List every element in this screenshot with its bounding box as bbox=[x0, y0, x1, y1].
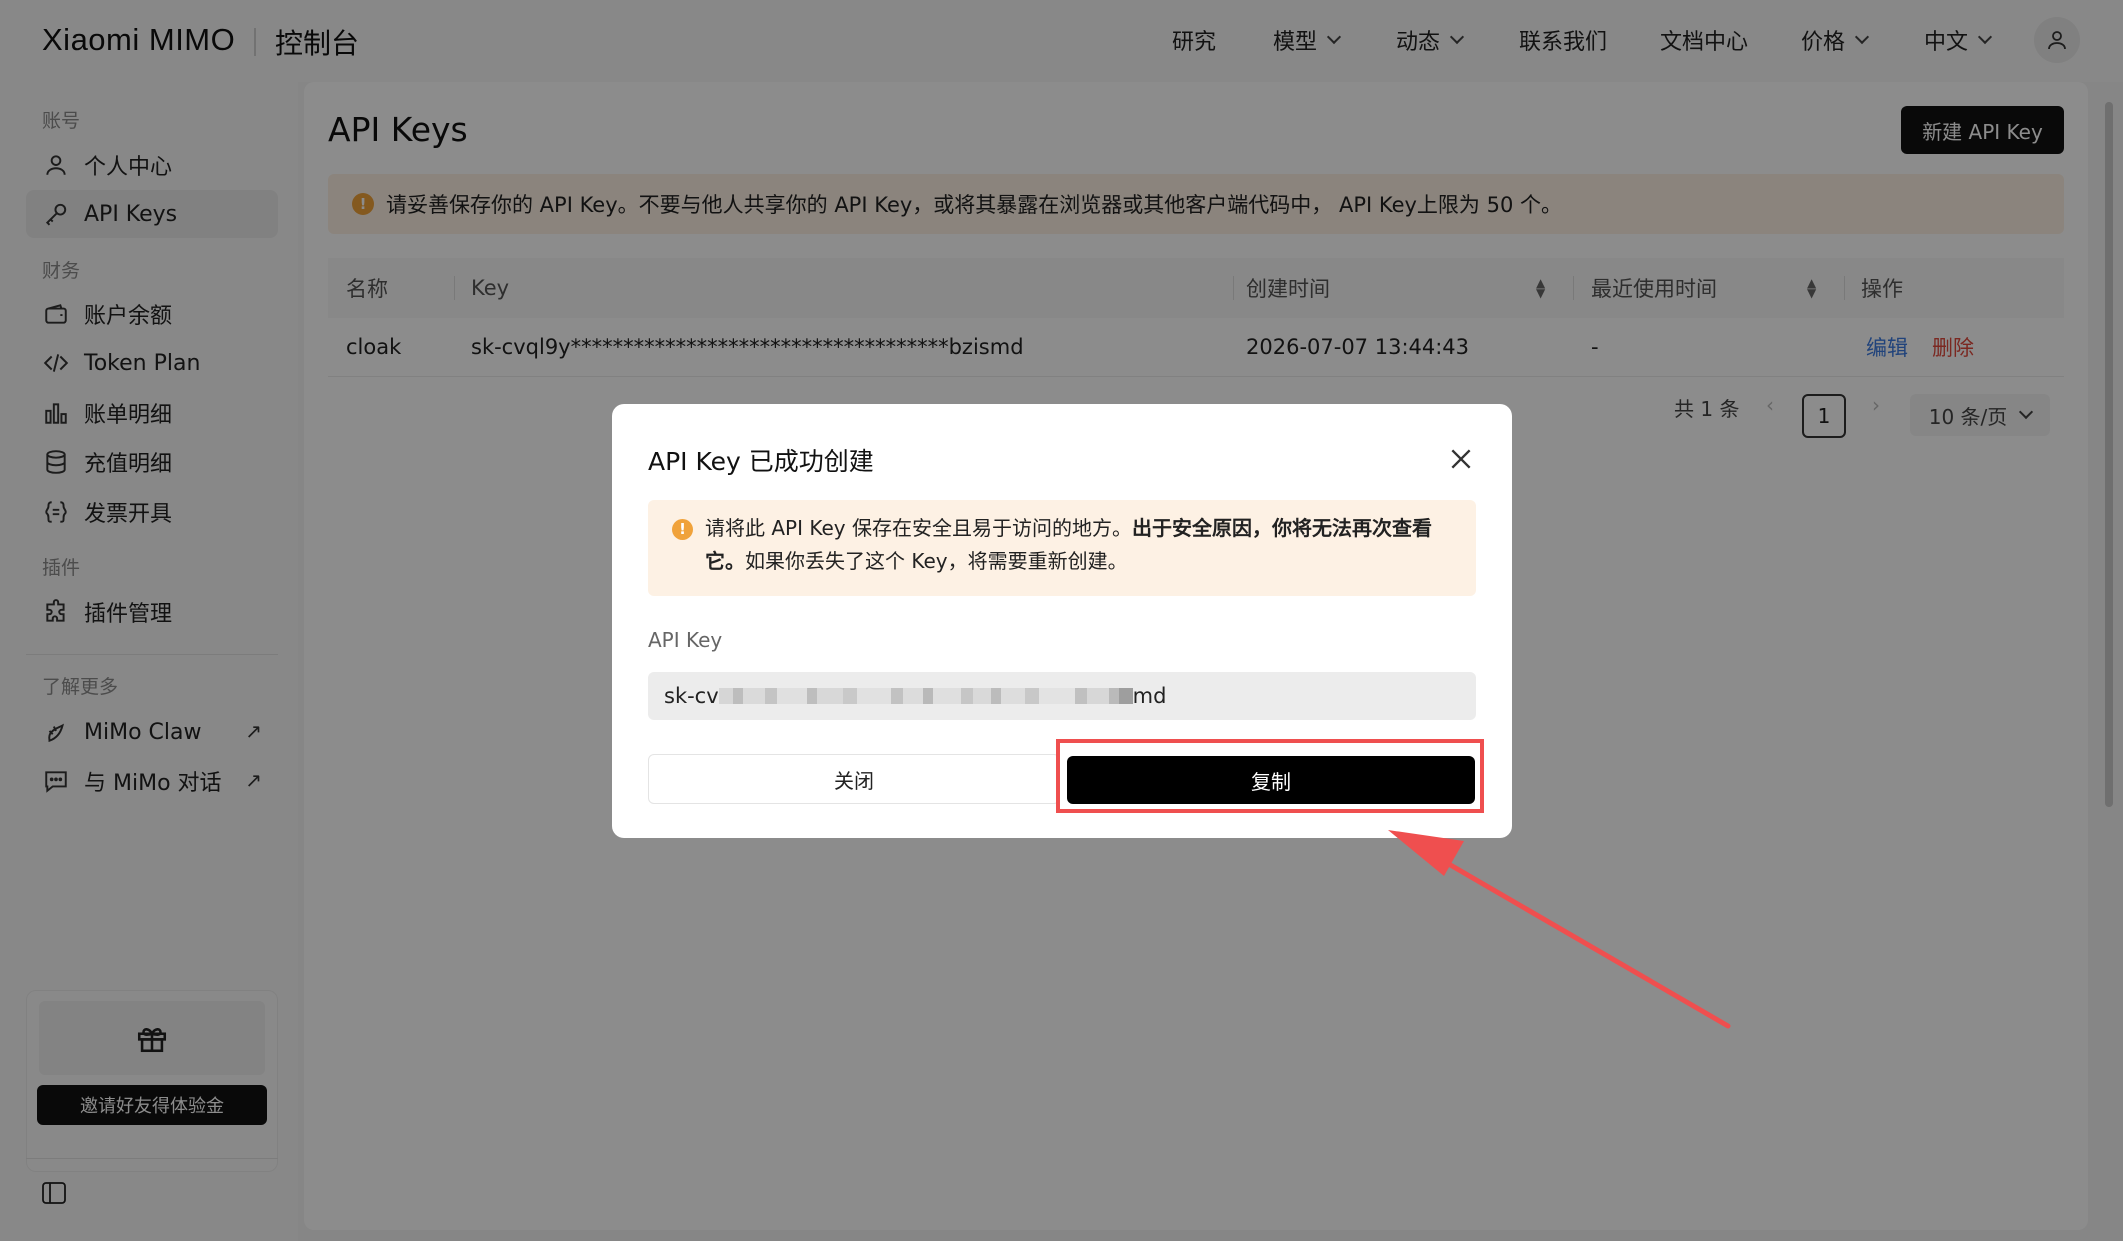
highlight-annotation bbox=[1056, 739, 1484, 813]
redacted-key-blur bbox=[718, 687, 1133, 705]
security-alert: ! 请将此 API Key 保存在安全且易于访问的地方。出于安全原因，你将无法再… bbox=[648, 500, 1476, 596]
close-button[interactable]: 关闭 bbox=[648, 754, 1060, 804]
warning-icon: ! bbox=[672, 519, 693, 540]
app-root: Xiaomi MIMO 控制台 研究 模型 动态 联系我们 文档中心 价格 中文… bbox=[0, 0, 2123, 1241]
api-key-prefix: sk-cv bbox=[664, 684, 719, 708]
alert-text: 请将此 API Key 保存在安全且易于访问的地方。出于安全原因，你将无法再次查… bbox=[705, 512, 1455, 578]
alert-text-part1: 请将此 API Key 保存在安全且易于访问的地方。 bbox=[705, 516, 1132, 540]
dialog-title: API Key 已成功创建 bbox=[648, 447, 874, 476]
page-scrollbar[interactable] bbox=[2102, 82, 2116, 1222]
scrollbar-thumb[interactable] bbox=[2105, 102, 2113, 807]
api-key-field[interactable]: sk-cv md bbox=[648, 672, 1476, 720]
api-key-field-label: API Key bbox=[648, 628, 723, 652]
close-icon[interactable] bbox=[1448, 446, 1474, 472]
alert-text-part2: 如果你丢失了这个 Key，将需要重新创建。 bbox=[745, 549, 1128, 573]
api-key-suffix: md bbox=[1132, 684, 1167, 708]
